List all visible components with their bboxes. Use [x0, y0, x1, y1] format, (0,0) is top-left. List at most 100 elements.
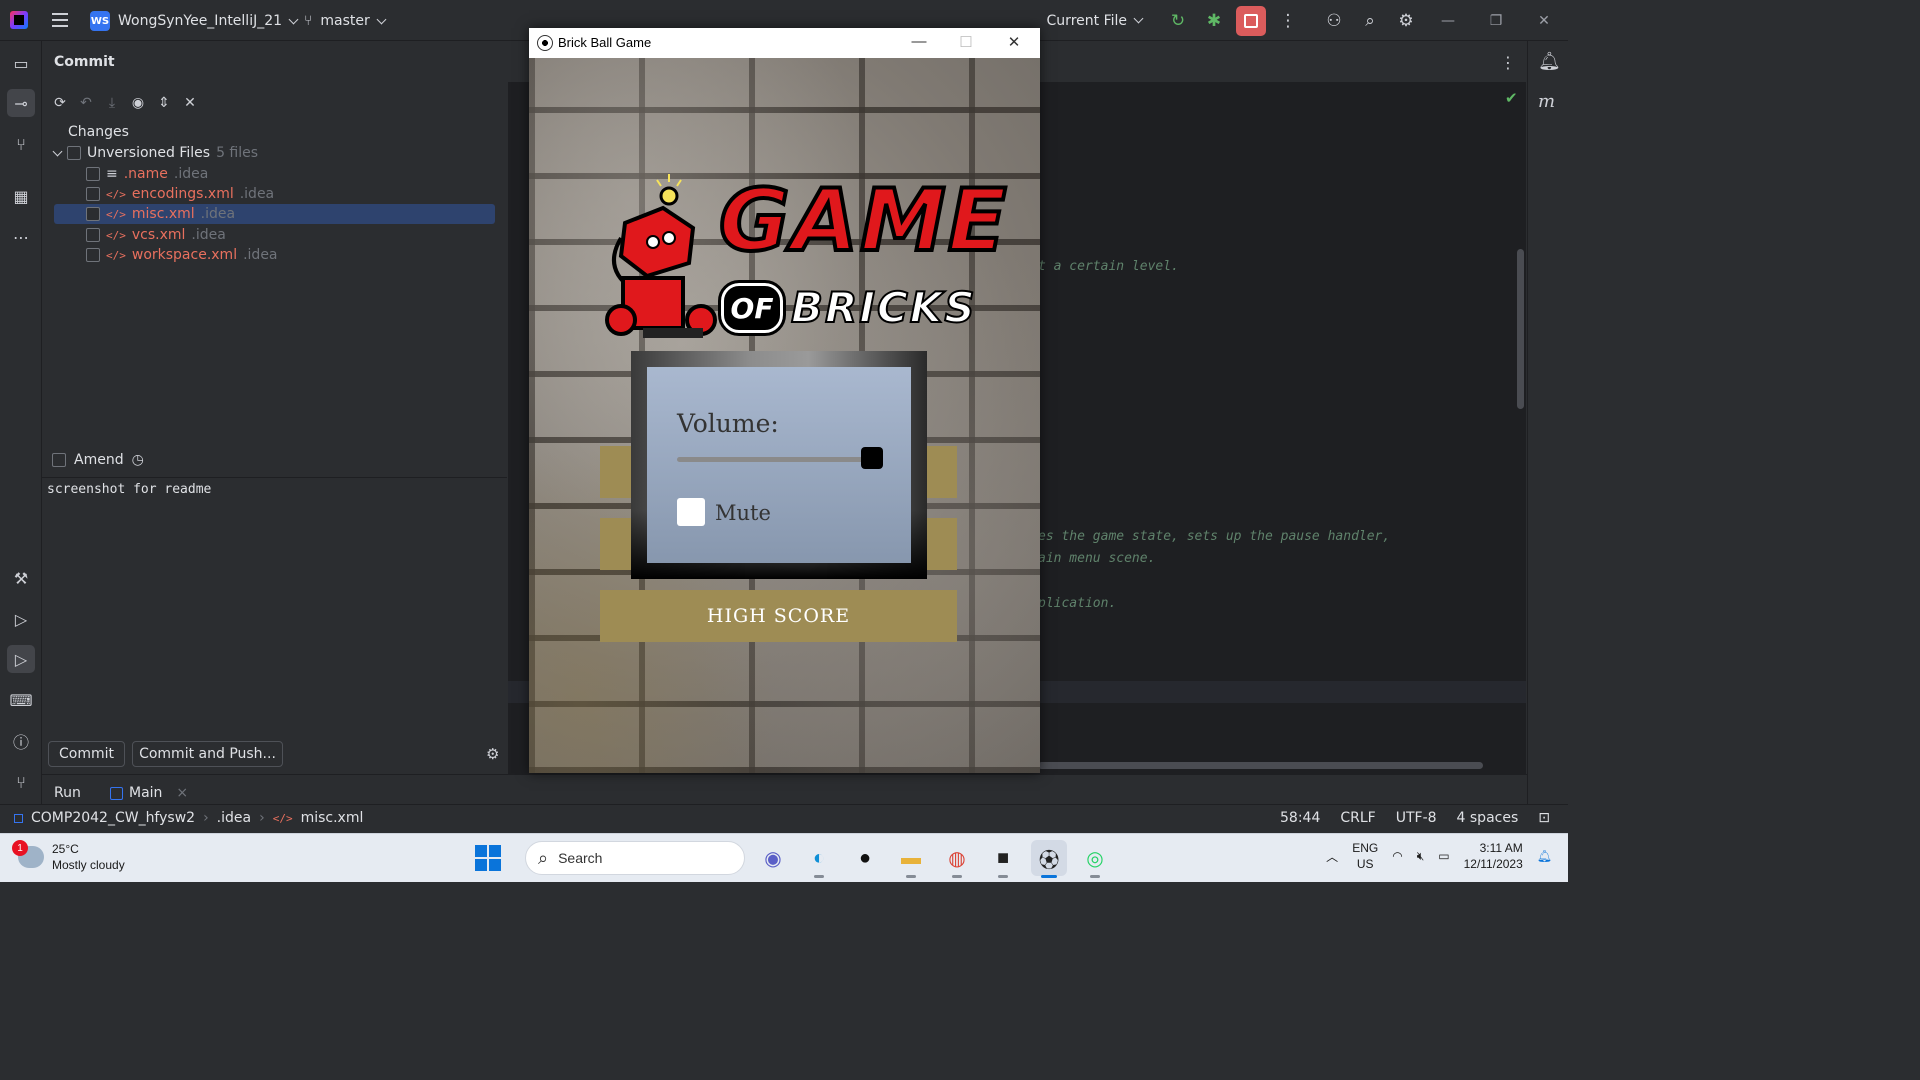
notification-bell-icon[interactable]: 🔔︎	[1537, 849, 1552, 863]
breadcrumb-file[interactable]: misc.xml	[301, 810, 364, 826]
build-hammer-icon[interactable]: ⚒	[7, 564, 35, 592]
java-game-app-icon[interactable]: ⚽︎	[1031, 840, 1067, 878]
stop-button[interactable]	[1236, 5, 1266, 36]
run-config-selector[interactable]: Current File	[1046, 12, 1144, 29]
taskbar-search[interactable]: ⌕ Search	[525, 841, 745, 875]
commit-button[interactable]: Commit	[48, 741, 125, 767]
file-checkbox[interactable]	[86, 207, 100, 221]
search-icon[interactable]: ⌕	[1352, 0, 1388, 41]
chevron-down-icon[interactable]	[52, 146, 63, 156]
panel-title: Commit	[54, 54, 115, 70]
volume-slider[interactable]	[677, 457, 882, 462]
git-icon[interactable]: ⑂	[7, 768, 35, 796]
close-icon[interactable]: ✕	[1520, 0, 1568, 41]
structure-icon[interactable]: ▦	[7, 182, 35, 210]
intellij-idea-icon[interactable]: ■	[985, 840, 1021, 878]
file-explorer-icon[interactable]: ▬	[893, 840, 929, 878]
teams-chat-icon[interactable]: ◉	[755, 840, 791, 876]
pull-requests-icon[interactable]: ⑂	[7, 130, 35, 158]
high-score-button[interactable]: HIGH SCORE	[600, 590, 957, 642]
shelve-icon[interactable]: ⤓	[102, 93, 122, 113]
edge-browser-icon[interactable]: ◐	[801, 840, 837, 878]
breadcrumb-folder[interactable]: .idea	[217, 810, 251, 826]
file-checkbox[interactable]	[86, 248, 100, 262]
file-row[interactable]: </> workspace.xml .idea	[54, 245, 495, 265]
wifi-icon[interactable]: ◠	[1392, 849, 1402, 863]
project-folder-icon[interactable]: ▭	[7, 49, 35, 77]
terminal-icon[interactable]: ⌨	[7, 686, 35, 714]
add-user-icon[interactable]: ⚇	[1316, 0, 1352, 41]
run-icon[interactable]: ▷	[7, 645, 35, 673]
rollback-icon[interactable]: ↶	[76, 93, 96, 113]
commit-message-field[interactable]: screenshot for readme	[42, 477, 507, 737]
game-canvas: GAME OF BRICKS HIGH SCORE Volume: Mute	[529, 58, 1040, 773]
debug-icon[interactable]: ✱	[1196, 0, 1232, 41]
vertical-scrollbar[interactable]	[1517, 249, 1524, 409]
unversioned-group[interactable]: Unversioned Files 5 files	[52, 143, 495, 163]
history-clock-icon[interactable]: ◷	[132, 452, 144, 468]
file-row-selected[interactable]: </> misc.xml .idea	[54, 204, 495, 224]
file-checkbox[interactable]	[86, 228, 100, 242]
amend-option[interactable]: Amend ◷	[52, 452, 144, 468]
maven-icon[interactable]: m	[1538, 91, 1555, 112]
file-encoding[interactable]: UTF-8	[1396, 810, 1437, 826]
rerun-icon[interactable]: ↻	[1160, 0, 1196, 41]
show-diff-icon[interactable]: ◉	[128, 93, 148, 113]
more-actions-icon[interactable]: ⋮	[1270, 0, 1306, 41]
language-indicator[interactable]: ENG US	[1352, 840, 1378, 872]
file-checkbox[interactable]	[86, 167, 100, 181]
search-icon: ⌕	[538, 847, 549, 868]
indent-setting[interactable]: 4 spaces	[1457, 810, 1519, 826]
game-window-title-bar[interactable]: Brick Ball Game — ☐ ✕	[529, 28, 1040, 58]
chevron-up-icon[interactable]: ︿	[1326, 848, 1338, 865]
project-selector[interactable]: WS WongSynYee_IntelliJ_21	[90, 10, 299, 32]
run-tab-label: Main	[129, 785, 163, 801]
main-menu-icon[interactable]	[52, 13, 68, 27]
commit-options-gear-icon[interactable]: ⚙	[486, 745, 499, 763]
group-checkbox[interactable]	[67, 146, 81, 160]
settings-gear-icon[interactable]: ⚙	[1388, 0, 1424, 41]
notifications-bell-icon[interactable]: 🔔︎	[1538, 51, 1561, 72]
close-icon[interactable]: ✕	[999, 33, 1029, 51]
line-separator[interactable]: CRLF	[1340, 810, 1375, 826]
refresh-icon[interactable]: ⟳	[50, 93, 70, 113]
volume-slider-knob[interactable]	[860, 447, 883, 469]
more-tools-icon[interactable]: ⋯	[7, 223, 35, 251]
caret-position[interactable]: 58:44	[1280, 810, 1320, 826]
branch-selector[interactable]: ⑂ master	[304, 10, 387, 32]
lock-icon[interactable]: ⊡	[1538, 810, 1550, 826]
run-tab-main[interactable]: Main ×	[110, 785, 188, 801]
tab-actions-icon[interactable]: ⋮	[1500, 53, 1516, 72]
horizontal-scrollbar[interactable]	[1038, 762, 1483, 769]
minimize-icon[interactable]: —	[1424, 0, 1472, 41]
problems-icon[interactable]: ⓘ	[7, 727, 35, 755]
run-label[interactable]: Run	[54, 785, 81, 801]
stop-icon	[1244, 13, 1258, 28]
clock[interactable]: 3:11 AM 12/11/2023	[1464, 840, 1523, 872]
file-row[interactable]: </> encodings.xml .idea	[54, 184, 495, 204]
run-config-label: Current File	[1046, 12, 1127, 29]
file-row[interactable]: </> vcs.xml .idea	[54, 225, 495, 245]
collapse-all-icon[interactable]: ✕	[180, 93, 200, 113]
file-checkbox[interactable]	[86, 187, 100, 201]
whatsapp-icon[interactable]: ◎	[1077, 840, 1113, 878]
commit-icon[interactable]: ⊸	[7, 89, 35, 117]
mute-checkbox[interactable]	[677, 498, 705, 526]
weather-widget[interactable]: 1 25°C Mostly cloudy	[12, 840, 125, 873]
expand-all-icon[interactable]: ⇕	[154, 93, 174, 113]
speaker-muted-icon[interactable]: 🔇︎	[1417, 849, 1425, 864]
intellij-logo-icon[interactable]	[10, 11, 28, 29]
services-icon[interactable]: ▷	[7, 605, 35, 633]
amend-checkbox[interactable]	[52, 453, 66, 467]
file-row[interactable]: ≡ .name .idea	[54, 164, 495, 184]
commit-and-push-button[interactable]: Commit and Push...	[132, 741, 283, 767]
battery-icon[interactable]: ▭	[1438, 849, 1449, 863]
close-tab-icon[interactable]: ×	[176, 785, 188, 801]
no-problems-check-icon[interactable]: ✔	[1505, 89, 1518, 107]
breadcrumb-project[interactable]: COMP2042_CW_hfysw2	[31, 810, 195, 826]
github-desktop-icon[interactable]: ●	[847, 840, 883, 876]
chrome-browser-icon[interactable]: ◍	[939, 840, 975, 878]
restore-icon[interactable]: ❐	[1472, 0, 1520, 41]
windows-start-icon[interactable]	[475, 845, 501, 871]
minimize-icon[interactable]: —	[904, 33, 934, 50]
